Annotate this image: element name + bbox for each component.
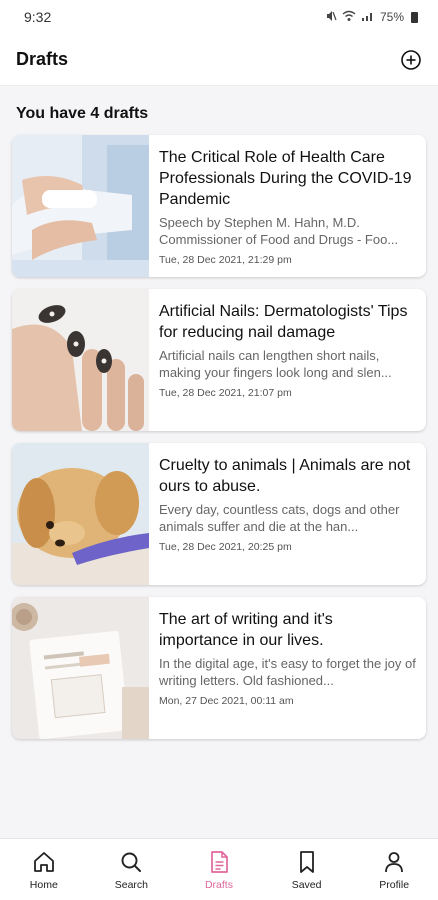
draft-card[interactable]: Artificial Nails: Dermatologists' Tips f… bbox=[12, 289, 426, 431]
draft-thumbnail bbox=[12, 289, 149, 431]
nav-saved-label: Saved bbox=[291, 878, 322, 891]
nav-profile-label: Profile bbox=[379, 878, 410, 891]
draft-date: Tue, 28 Dec 2021, 21:29 pm bbox=[159, 254, 292, 266]
drafts-count: You have 4 drafts bbox=[16, 105, 149, 122]
draft-excerpt: In the digital age, it's easy to forget … bbox=[159, 656, 416, 688]
status-icons: 75% bbox=[325, 10, 418, 25]
nav-home-label: Home bbox=[29, 878, 58, 891]
draft-content: Artificial Nails: Dermatologists' Tips f… bbox=[149, 289, 426, 431]
battery-level: 75% bbox=[379, 10, 404, 24]
drafts-icon bbox=[211, 850, 228, 873]
draft-title: The art of writing and it's importance i… bbox=[159, 611, 333, 649]
profile-icon bbox=[385, 851, 404, 872]
draft-thumbnail bbox=[12, 443, 149, 585]
draft-content: Cruelty to animals | Animals are not our… bbox=[149, 443, 426, 585]
draft-date: Tue, 28 Dec 2021, 21:07 pm bbox=[159, 387, 292, 399]
app-bar: Drafts bbox=[0, 34, 438, 86]
bookmark-icon bbox=[299, 850, 314, 873]
signal-icon bbox=[361, 10, 375, 25]
battery-icon bbox=[411, 11, 418, 23]
draft-card[interactable]: The art of writing and it's importance i… bbox=[12, 597, 426, 739]
add-draft-button[interactable] bbox=[398, 47, 424, 73]
status-time: 9:32 bbox=[24, 9, 52, 25]
wifi-icon bbox=[342, 10, 356, 25]
nav-saved[interactable]: Saved bbox=[267, 849, 347, 891]
search-icon bbox=[121, 852, 142, 872]
mute-icon bbox=[325, 10, 337, 25]
medical-hands-image bbox=[12, 135, 149, 277]
status-bar: 9:32 75% bbox=[0, 0, 438, 34]
draft-date: Mon, 27 Dec 2021, 00:11 am bbox=[159, 695, 294, 707]
plus-circle-icon bbox=[401, 49, 421, 70]
nav-profile[interactable]: Profile bbox=[354, 849, 434, 891]
nav-search-label: Search bbox=[114, 878, 149, 891]
draft-thumbnail bbox=[12, 597, 149, 739]
draft-title: The Critical Role of Health Care Profess… bbox=[159, 149, 412, 208]
drafts-list: The Critical Role of Health Care Profess… bbox=[0, 135, 438, 739]
draft-content: The Critical Role of Health Care Profess… bbox=[149, 135, 426, 277]
page-title: Drafts bbox=[16, 49, 69, 69]
draft-title: Artificial Nails: Dermatologists' Tips f… bbox=[159, 303, 408, 341]
draft-excerpt: Speech by Stephen M. Hahn, M.D. Commissi… bbox=[159, 215, 399, 247]
nav-drafts-label: Drafts bbox=[204, 878, 233, 891]
draft-excerpt: Artificial nails can lengthen short nail… bbox=[159, 348, 392, 380]
bottom-navigation: Home Search Drafts Saved Profile bbox=[0, 838, 438, 900]
nav-drafts[interactable]: Drafts bbox=[179, 849, 259, 891]
home-icon bbox=[33, 851, 54, 872]
draft-card[interactable]: The Critical Role of Health Care Profess… bbox=[12, 135, 426, 277]
draft-title: Cruelty to animals | Animals are not our… bbox=[159, 457, 411, 495]
puppy-image bbox=[12, 443, 149, 585]
draft-card[interactable]: Cruelty to animals | Animals are not our… bbox=[12, 443, 426, 585]
draft-content: The art of writing and it's importance i… bbox=[149, 597, 426, 739]
nails-hand-image bbox=[12, 289, 149, 431]
draft-excerpt: Every day, countless cats, dogs and othe… bbox=[159, 502, 400, 534]
nav-home[interactable]: Home bbox=[4, 849, 84, 891]
writing-letters-image bbox=[12, 597, 149, 739]
draft-thumbnail bbox=[12, 135, 149, 277]
draft-date: Tue, 28 Dec 2021, 20:25 pm bbox=[159, 541, 292, 553]
nav-search[interactable]: Search bbox=[91, 849, 171, 891]
